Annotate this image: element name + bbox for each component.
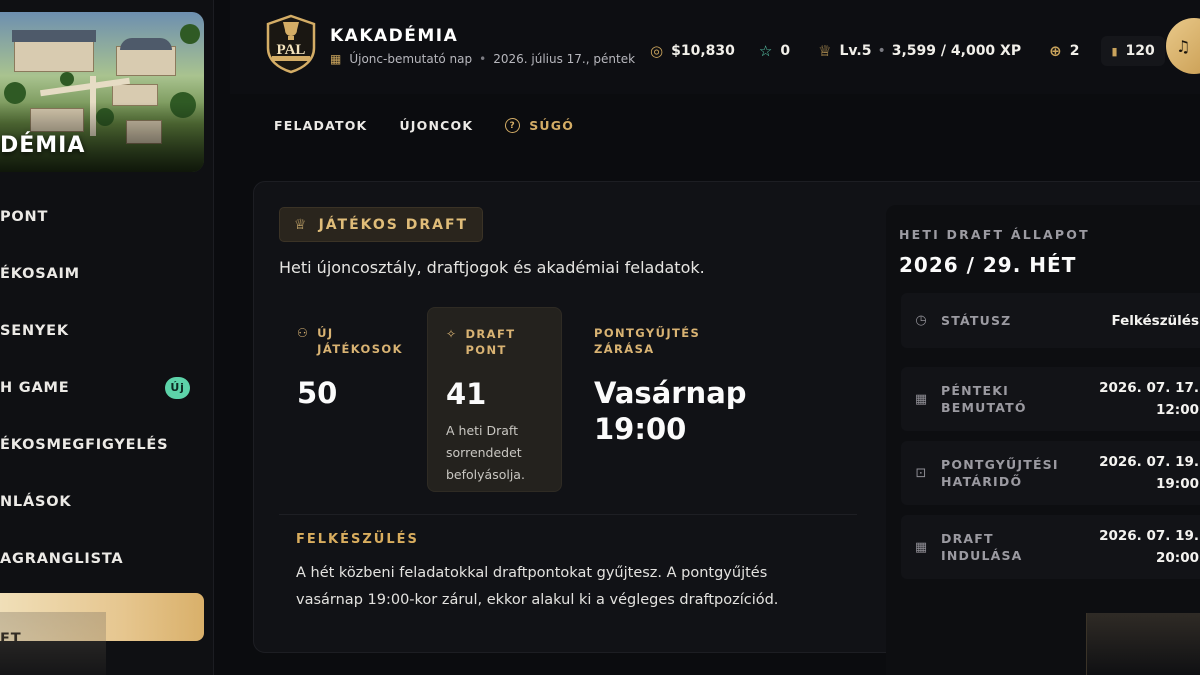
sidebar-item-ranglista[interactable]: AGRANGLISTA — [0, 530, 204, 587]
kpi-value: 41 — [446, 377, 487, 411]
status-row: ▦ DRAFT INDULÁSA 2026. 07. 19. 20:00 — [901, 515, 1200, 579]
kpi-label: ÚJ JÁTÉKOSOK — [317, 326, 403, 356]
sidebar-item-label: ÉKOSAIM — [0, 265, 80, 282]
sidebar-footer-shade — [0, 612, 106, 675]
card-description: Heti újoncosztály, draftjogok és akadémi… — [279, 258, 705, 277]
bottom-right-shade — [1086, 613, 1200, 675]
sidebar-item-match-game[interactable]: H GAME Új — [0, 359, 204, 416]
cash-stat[interactable]: ◎ $10,830 — [650, 42, 735, 60]
clock-icon: ◷ — [915, 313, 927, 328]
coin-icon: ▮ — [1111, 44, 1118, 58]
sidebar-hero-title: DÉMIA — [0, 133, 86, 158]
section-chip: ♕ JÁTÉKOS DRAFT — [279, 207, 484, 242]
kpi-label: PONTGYŰJTÉS ZÁRÁSA — [594, 326, 701, 356]
row-value: 2026. 07. 17. 12:00 — [1099, 380, 1199, 418]
trophy-icon: ♕ — [294, 216, 309, 233]
academy-logo[interactable]: PAL — [264, 14, 318, 74]
stars-value: 0 — [780, 43, 791, 59]
row-label: PÉNTEKI BEMUTATÓ — [941, 383, 1027, 415]
calendar-icon: ▦ — [914, 391, 928, 407]
tab-sugo-label: SÚGÓ — [529, 118, 575, 133]
row-value: 2026. 07. 19. 19:00 — [1099, 454, 1199, 492]
sparkle-icon: ✧ — [446, 327, 458, 341]
row-label: PONTGYŰJTÉSI HATÁRIDŐ — [941, 457, 1059, 489]
status-row: ▦ PÉNTEKI BEMUTATÓ 2026. 07. 17. 12:00 — [901, 367, 1200, 431]
bell-icon: ♫ — [1176, 36, 1191, 56]
star-icon: ☆ — [758, 42, 773, 60]
stars-stat[interactable]: ☆ 0 — [759, 42, 790, 60]
sidebar-item-label: NLÁSOK — [0, 493, 72, 510]
kpi-value: 50 — [297, 376, 338, 410]
cash-icon: ◎ — [650, 42, 664, 60]
sidebar-nav: PONT ÉKOSAIM SENYEK H GAME Új ÉKOSMEGFIG… — [0, 188, 204, 641]
prep-title: FELKÉSZÜLÉS — [296, 532, 419, 547]
plus-stat[interactable]: ⊕ 2 — [1049, 42, 1079, 60]
row-label: STÁTUSZ — [941, 313, 1012, 328]
app-subtitle: ▦ Újonc-bemutató nap • 2026. július 17.,… — [330, 52, 635, 66]
app-title: KAKADÉMIA — [330, 26, 459, 46]
row-value: Felkészülés — [1111, 312, 1199, 329]
tab-sugo[interactable]: ? SÚGÓ — [505, 118, 574, 133]
users-icon: ⚇ — [297, 326, 310, 340]
plus-circle-icon: ⊕ — [1049, 42, 1062, 60]
kpi-value: Vasárnap 19:00 — [594, 376, 747, 446]
level-stat[interactable]: ♕ Lv.5 • 3,599 / 4,000 XP — [818, 42, 1021, 60]
sidebar-item-esemenyek[interactable]: SENYEK — [0, 302, 204, 359]
academy-hero-image[interactable]: DÉMIA — [0, 12, 204, 172]
prep-text: A hét közbeni feladatokkal draftpontokat… — [296, 565, 779, 608]
status-row: ⊡ PONTGYŰJTÉSI HATÁRIDŐ 2026. 07. 19. 19:… — [901, 441, 1200, 505]
new-badge: Új — [165, 376, 190, 399]
profile-avatar-button[interactable]: ♫ — [1166, 18, 1200, 74]
sidebar-item-jatekosaim[interactable]: ÉKOSAIM — [0, 245, 204, 302]
top-header: PAL KAKADÉMIA ▦ Újonc-bemutató nap • 202… — [230, 0, 1200, 94]
sidebar-item-label: H GAME — [0, 379, 70, 396]
sidebar-item-label: ÉKOSMEGFIGYELÉS — [0, 436, 169, 453]
sidebar-item-label: PONT — [0, 208, 49, 225]
logo-text: PAL — [277, 42, 306, 58]
kpi-collection-close: PONTGYŰJTÉS ZÁRÁSA Vasárnap 19:00 — [576, 307, 776, 492]
subtitle-date: 2026. július 17., péntek — [493, 52, 636, 66]
sidebar-item-label: AGRANGLISTA — [0, 550, 124, 567]
cash-value: $10,830 — [671, 43, 735, 59]
separator-dot: • — [479, 52, 487, 66]
sidebar-item-pont[interactable]: PONT — [0, 188, 204, 245]
weekly-draft-status-panel: HETI DRAFT ÁLLAPOT 2026 / 29. HÉT ◷ STÁT… — [886, 205, 1200, 675]
coins-stat[interactable]: ▮ 120 — [1101, 36, 1165, 66]
status-row: ◷ STÁTUSZ Felkészülés — [901, 293, 1200, 348]
kpi-label: DRAFT PONT — [465, 327, 516, 357]
kpi-new-players: ⚇ ÚJ JÁTÉKOSOK 50 — [279, 307, 414, 492]
draft-card: ♕ JÁTÉKOS DRAFT Heti újoncosztály, draft… — [253, 181, 1200, 675]
sidebar-item-jatekosmegfigyeles[interactable]: ÉKOSMEGFIGYELÉS — [0, 416, 204, 473]
panel-eyebrow: HETI DRAFT ÁLLAPOT — [899, 227, 1090, 242]
kpi-draft-points: ✧ DRAFT PONT 41 A heti Draft sorrendedet … — [427, 307, 562, 492]
sidebar-item-ajanlasok[interactable]: NLÁSOK — [0, 473, 204, 530]
level-value: Lv.5 — [839, 43, 872, 59]
sidebar: DÉMIA PONT ÉKOSAIM SENYEK H GAME Új ÉKOS… — [0, 0, 214, 675]
coins-value: 120 — [1125, 43, 1155, 59]
divider — [279, 514, 857, 515]
separator-dot: • — [877, 43, 886, 59]
header-stats: ◎ $10,830 ☆ 0 ♕ Lv.5 • 3,599 / 4,000 XP … — [650, 36, 1165, 66]
subtitle-mode: Újonc-bemutató nap — [349, 52, 473, 66]
tab-feladatok[interactable]: FELADATOK — [274, 118, 367, 133]
sidebar-item-label: SENYEK — [0, 322, 69, 339]
panel-title: 2026 / 29. HÉT — [899, 253, 1077, 277]
lock-icon: ⊡ — [915, 465, 927, 481]
calendar-icon: ▦ — [330, 52, 342, 66]
section-chip-label: JÁTÉKOS DRAFT — [318, 216, 469, 233]
plus-value: 2 — [1069, 43, 1080, 59]
tab-ujoncok[interactable]: ÚJONCOK — [399, 118, 473, 133]
xp-value: 3,599 / 4,000 XP — [891, 43, 1022, 59]
trophy-icon: ♕ — [818, 42, 832, 60]
row-label: DRAFT INDULÁSA — [941, 531, 1023, 563]
help-icon: ? — [505, 118, 521, 133]
kpi-note: A heti Draft sorrendedet befolyásolja. — [446, 423, 525, 482]
row-value: 2026. 07. 19. 20:00 — [1099, 528, 1199, 566]
section-tabs: FELADATOK ÚJONCOK ? SÚGÓ — [274, 118, 606, 133]
calendar-icon: ▦ — [914, 539, 928, 555]
